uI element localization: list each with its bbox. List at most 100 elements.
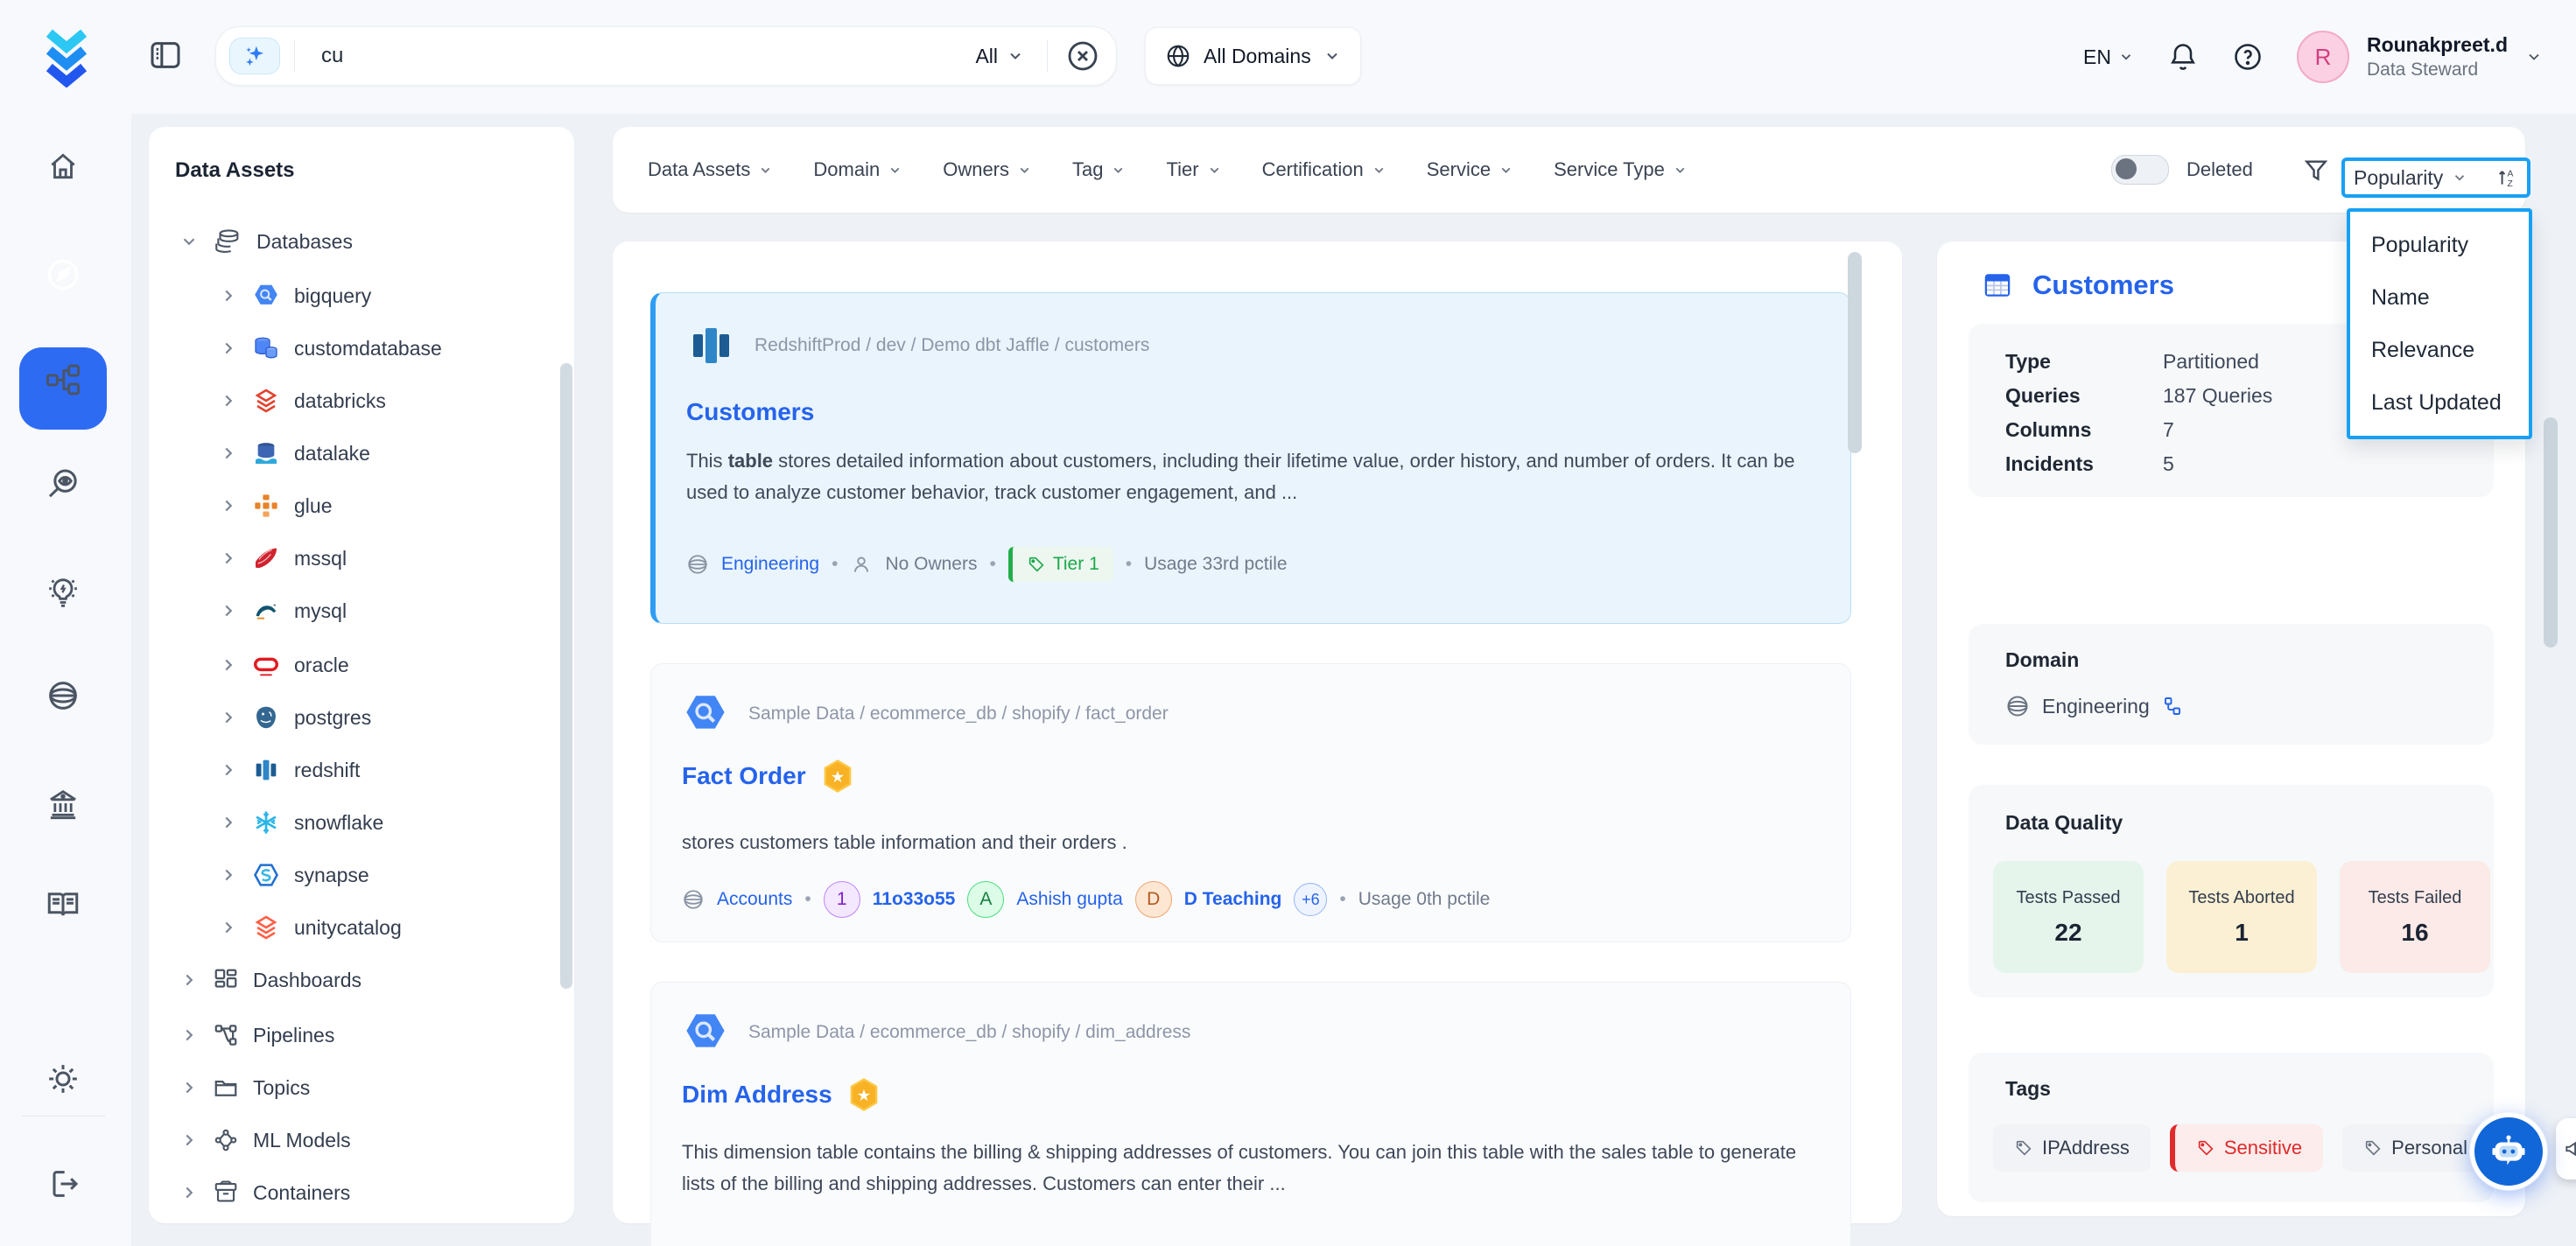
nav-explore-compass-icon[interactable] [44,256,82,294]
tree-item-glue[interactable]: glue [219,485,332,527]
result-card-fact-order[interactable]: Sample Data / ecommerce_db / shopify / f… [650,663,1851,942]
nav-domains-globe-icon[interactable] [46,678,81,713]
language-label: EN [2083,46,2111,69]
sort-option-name[interactable]: Name [2350,271,2529,324]
filter-tag[interactable]: Tag [1072,158,1126,181]
tag-chip-ipaddress[interactable]: IPAddress [1993,1124,2151,1172]
filter-domain[interactable]: Domain [813,158,902,181]
nav-settings-gear-icon[interactable] [46,1061,81,1096]
asset-title-link[interactable]: Dim Address ★ [682,1077,881,1112]
notifications-bell-icon[interactable] [2167,41,2199,73]
ai-sparkles-icon[interactable] [229,38,280,74]
lineage-link-icon[interactable] [2162,696,2183,717]
sort-option-last-updated[interactable]: Last Updated [2350,376,2529,429]
nav-logout-icon[interactable] [46,1166,81,1201]
filter-certification[interactable]: Certification [1262,158,1386,181]
tree-item-unitycatalog[interactable]: unitycatalog [219,906,402,948]
tree-item-containers[interactable]: Containers [179,1172,350,1214]
filter-owners[interactable]: Owners [943,158,1032,181]
tree-item-mssql[interactable]: mssql [219,537,347,579]
sort-dropdown-button[interactable]: Popularity AZ [2341,158,2530,198]
tests-failed-tile[interactable]: Tests Failed16 [2340,861,2490,973]
tree-item-ml-models[interactable]: ML Models [179,1119,351,1161]
tree-item-label: oracle [294,654,349,677]
tree-item-mysql[interactable]: mysql [219,590,347,632]
chevron-down-icon [179,232,199,251]
tree-item-dashboards[interactable]: Dashboards [179,959,361,1001]
nav-observability-icon[interactable] [46,466,81,501]
tests-aborted-tile[interactable]: Tests Aborted1 [2166,861,2317,973]
advanced-filter-funnel-icon[interactable] [2302,156,2330,184]
language-selector[interactable]: EN [2083,46,2134,69]
tags-heading: Tags [2005,1077,2051,1101]
tree-item-bigquery[interactable]: bigquery [219,275,371,317]
search-scope-dropdown[interactable]: All [975,45,1024,68]
edge-widget-button[interactable] [2556,1118,2576,1180]
tree-item-pipelines[interactable]: Pipelines [179,1014,334,1056]
tree-scrollbar[interactable] [560,363,572,989]
all-domains-dropdown[interactable]: All Domains [1145,27,1361,85]
nav-insights-icon[interactable] [46,574,81,609]
nav-lineage-icon[interactable] [46,362,81,397]
domain-value[interactable]: Engineering [2042,695,2150,718]
deleted-toggle[interactable] [2111,155,2169,185]
tree-item-redshift[interactable]: redshift [219,749,360,791]
tree-item-synapse[interactable]: synapse [219,854,369,896]
tag-chip-sensitive[interactable]: Sensitive [2170,1124,2323,1172]
global-search-bar[interactable]: All [215,26,1117,86]
sort-az-icon[interactable]: AZ [2495,166,2518,189]
sort-option-relevance[interactable]: Relevance [2350,324,2529,376]
oracle-icon [252,651,280,679]
nav-governance-icon[interactable] [46,786,81,821]
tree-item-datalake[interactable]: datalake [219,432,370,474]
asset-description: stores customers table information and t… [682,827,1833,858]
nav-knowledge-center-icon[interactable] [45,886,81,923]
result-card-dim-address[interactable]: Sample Data / ecommerce_db / shopify / d… [650,982,1851,1246]
owner-link[interactable]: Ashish gupta [1016,889,1122,910]
more-owners-badge[interactable]: +6 [1294,883,1327,916]
filter-service[interactable]: Service [1427,158,1513,181]
tests-passed-tile[interactable]: Tests Passed22 [1993,861,2144,973]
filter-tier[interactable]: Tier [1166,158,1221,181]
tree-item-snowflake[interactable]: snowflake [219,802,383,844]
tier-badge[interactable]: Tier 1 [1008,547,1113,582]
filter-label: Service Type [1554,158,1665,181]
sort-label: Popularity [2354,166,2443,190]
databricks-icon [252,387,280,415]
app-logo-icon[interactable] [35,24,98,88]
filter-service-type[interactable]: Service Type [1554,158,1688,181]
megaphone-icon [2563,1138,2576,1160]
nav-home-icon[interactable] [46,150,80,183]
tree-item-databases[interactable]: Databases [179,220,353,262]
page-scrollbar[interactable] [2544,417,2558,648]
tree-item-oracle[interactable]: oracle [219,644,349,686]
sort-option-popularity[interactable]: Popularity [2350,219,2529,271]
user-menu[interactable]: R Rounakpreet.d Data Steward [2297,31,2543,83]
owner-link[interactable]: 11o33o55 [873,889,956,910]
domain-link[interactable]: Accounts [717,889,792,910]
asset-title-link[interactable]: Fact Order ★ [682,759,855,794]
tag-chip-personal[interactable]: Personal [2342,1124,2488,1172]
dot-separator: • [1339,889,1345,910]
preview-title-row[interactable]: Customers [1982,270,2174,301]
help-icon[interactable] [2232,41,2264,73]
search-input[interactable] [319,43,883,69]
tree-item-topics[interactable]: Topics [179,1067,310,1109]
results-scrollbar[interactable] [1848,252,1862,453]
tree-item-customdatabase[interactable]: customdatabase [219,327,442,369]
chatbot-fab[interactable] [2470,1113,2547,1190]
domain-link[interactable]: Engineering [721,554,819,575]
bigquery-icon [252,282,280,310]
search-clear-icon[interactable] [1065,38,1100,74]
incidents-link[interactable]: 5 [2163,452,2174,476]
sidebar-collapse-icon[interactable] [147,38,184,73]
filter-data-assets[interactable]: Data Assets [648,158,773,181]
tree-item-postgres[interactable]: postgres [219,696,371,738]
chevron-right-icon [219,760,238,780]
owner-link[interactable]: D Teaching [1184,889,1282,910]
result-card-customers[interactable]: RedshiftProd / dev / Demo dbt Jaffle / c… [650,292,1851,624]
user-role: Data Steward [2367,58,2508,82]
asset-title: Fact Order [682,762,806,790]
asset-title-link[interactable]: Customers [686,398,814,426]
tree-item-databricks[interactable]: databricks [219,380,386,422]
